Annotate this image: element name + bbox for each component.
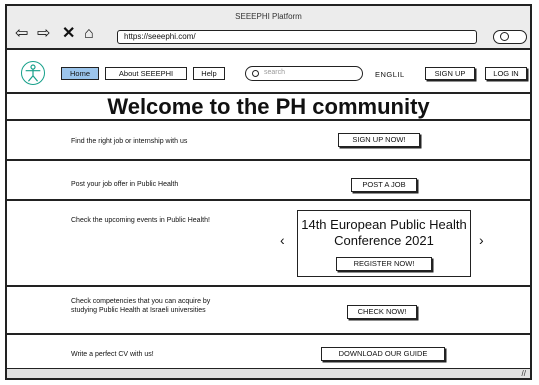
chevron-left-icon[interactable]: ‹ — [280, 233, 285, 247]
section-jobs: Find the right job or internship with us… — [7, 121, 530, 161]
nav-help[interactable]: Help — [193, 67, 225, 80]
section-text: Write a perfect CV with us! — [71, 351, 154, 358]
nav-home[interactable]: Home — [61, 67, 99, 80]
resize-grip-icon[interactable]: // — [522, 369, 526, 378]
section-text: Post your job offer in Public Health — [71, 181, 179, 188]
search-placeholder: search — [264, 69, 286, 76]
section-competencies: Check competencies that you can acquire … — [7, 287, 530, 335]
login-button[interactable]: LOG IN — [485, 67, 527, 80]
browser-search-button[interactable] — [493, 30, 527, 44]
browser-toolbar: SEEEPHI Platform ⇦ ⇨ ✕ ⌂ https://seeephi… — [7, 6, 530, 50]
check-now-button[interactable]: CHECK NOW! — [347, 305, 417, 319]
section-cv: Write a perfect CV with us! DOWNLOAD OUR… — [7, 335, 530, 372]
section-events: Check the upcoming events in Public Heal… — [7, 201, 530, 287]
search-icon — [500, 32, 509, 41]
vitruvian-man-logo[interactable] — [21, 61, 45, 85]
nav-about[interactable]: About SEEEPHI — [105, 67, 187, 80]
section-text: Check the upcoming events in Public Heal… — [71, 217, 210, 224]
post-job-button[interactable]: POST A JOB — [351, 178, 417, 192]
section-post-job: Post your job offer in Public Health POS… — [7, 161, 530, 201]
download-guide-button[interactable]: DOWNLOAD OUR GUIDE — [321, 347, 445, 361]
section-text: Check competencies that you can acquire … — [71, 298, 211, 314]
close-icon[interactable]: ✕ — [62, 26, 75, 42]
site-navbar: Home About SEEEPHI Help search ENGLIL SI… — [7, 50, 530, 94]
event-card: 14th European Public Health Conference 2… — [297, 210, 471, 277]
home-icon[interactable]: ⌂ — [84, 26, 94, 42]
site-search-input[interactable]: search — [245, 66, 363, 81]
window-title: SEEEPHI Platform — [235, 12, 302, 21]
register-now-button[interactable]: REGISTER NOW! — [336, 257, 432, 271]
chevron-right-icon[interactable]: › — [479, 233, 484, 247]
url-bar[interactable]: https://seeephi.com/ — [117, 30, 477, 44]
forward-arrow-icon[interactable]: ⇨ — [37, 26, 50, 42]
back-arrow-icon[interactable]: ⇦ — [15, 26, 28, 42]
signup-button[interactable]: SIGN UP — [425, 67, 475, 80]
search-icon — [252, 70, 259, 77]
signup-now-button[interactable]: SIGN UP NOW! — [338, 133, 420, 147]
event-title: 14th European Public Health Conference 2… — [301, 217, 467, 248]
language-selector[interactable]: ENGLIL — [375, 70, 405, 79]
section-text: Find the right job or internship with us — [71, 138, 188, 145]
browser-window: SEEEPHI Platform ⇦ ⇨ ✕ ⌂ https://seeephi… — [5, 4, 532, 380]
status-bar: // — [7, 368, 530, 378]
page-title: Welcome to the PH community — [7, 94, 530, 121]
